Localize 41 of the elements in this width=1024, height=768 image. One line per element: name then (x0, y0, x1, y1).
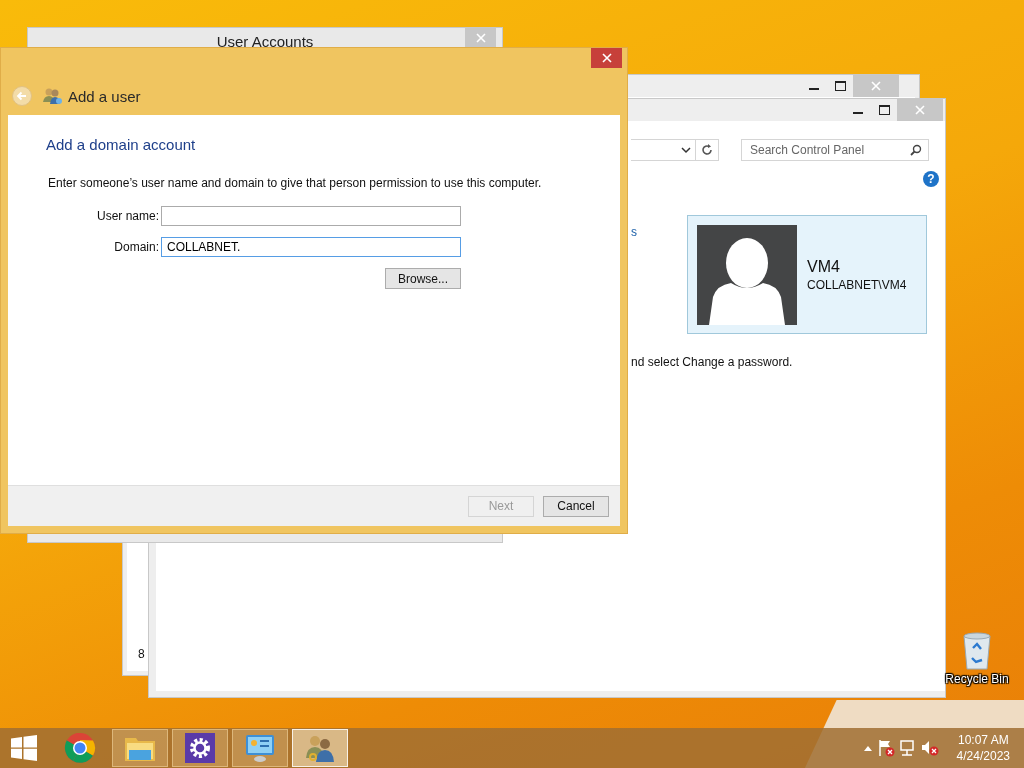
input-field[interactable] (161, 206, 461, 226)
maximize-icon[interactable] (878, 105, 890, 115)
users-icon (43, 86, 63, 106)
window-title: User Accounts (216, 32, 314, 50)
browse-button[interactable]: Browse... (385, 268, 461, 289)
flag-icon[interactable] (876, 739, 895, 757)
maximize-icon[interactable] (834, 81, 846, 91)
field-label: User name: (95, 209, 159, 223)
dialog-title: Add a user (68, 87, 141, 105)
users-taskbar-button[interactable] (292, 729, 348, 767)
search-field[interactable]: Search Control Panel (741, 139, 929, 161)
close-button[interactable] (591, 48, 622, 68)
search-icon[interactable] (910, 144, 922, 156)
muted-speaker-icon[interactable] (920, 739, 939, 757)
account-name: VM4 (807, 257, 841, 276)
account-domain: COLLABNET\VM4 (807, 277, 907, 292)
recycle-bin-icon[interactable] (961, 632, 993, 670)
heading: Add a domain account (46, 136, 197, 153)
field-label: Domain: (113, 240, 159, 254)
refresh-button[interactable] (696, 139, 719, 161)
refresh-icon[interactable] (701, 144, 713, 156)
description-text: Enter someone’s user name and domain to give that person permission to use this computer. (48, 176, 543, 190)
monitor-icon[interactable] (244, 733, 276, 763)
input-field[interactable]: COLLABNET. (161, 237, 461, 257)
network-icon[interactable] (898, 739, 917, 757)
dropdown-caret-icon[interactable] (681, 146, 691, 154)
browser-icon[interactable] (64, 732, 96, 764)
clock-time[interactable]: 10:07 AM (957, 732, 1009, 748)
partial-text: 8 (138, 647, 145, 661)
dialog-button[interactable]: Cancel (543, 495, 609, 517)
windows-logo-icon[interactable] (11, 735, 37, 761)
clock-date[interactable]: 4/24/2023 (956, 748, 1010, 764)
caret-icon[interactable] (862, 744, 873, 752)
instruction-text: nd select Change a password. (631, 355, 794, 369)
account-tile[interactable]: VM4 COLLABNET\VM4 (687, 215, 927, 334)
link-text[interactable]: s (631, 225, 687, 239)
gear-taskbar-button[interactable] (172, 729, 228, 767)
gear-icon[interactable] (185, 733, 215, 763)
close-icon[interactable] (601, 53, 612, 63)
user-avatar-icon (697, 224, 797, 325)
help-button[interactable]: ? (923, 171, 939, 187)
